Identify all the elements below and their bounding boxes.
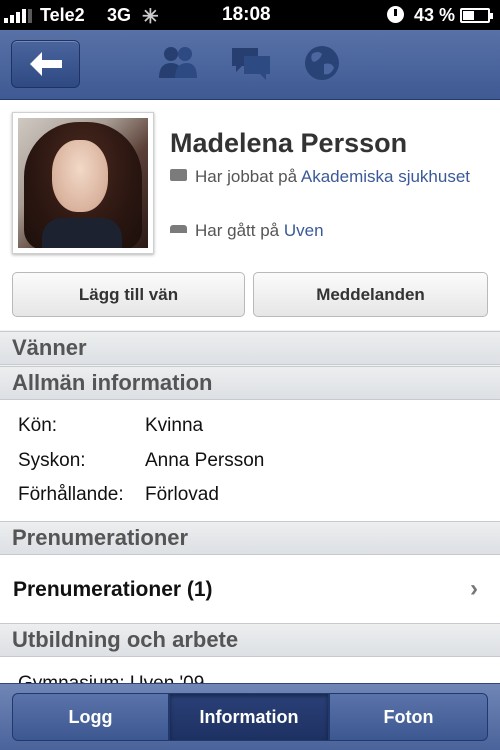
battery-percent: 43 % (414, 5, 456, 25)
section-friends[interactable]: Vänner (0, 331, 500, 365)
subscriptions-row[interactable]: Prenumerationer (1) › (0, 555, 500, 623)
work-info: Har jobbat på Akademiska sjukhuset (170, 165, 490, 189)
nav-bar (0, 30, 500, 100)
friends-icon[interactable] (157, 44, 199, 82)
back-arrow-icon (30, 52, 62, 76)
back-button[interactable] (11, 40, 80, 88)
general-info-list: Kön: Kvinna Syskon: Anna Persson Förhåll… (0, 400, 500, 521)
add-friend-button[interactable]: Lägg till vän (12, 272, 245, 317)
section-education: Utbildning och arbete (0, 623, 500, 657)
profile-photo[interactable] (12, 112, 154, 254)
gender-label: Kön: (18, 415, 58, 436)
tab-log[interactable]: Logg (12, 693, 169, 741)
carrier-name: Tele2 (40, 5, 85, 25)
avatar (18, 118, 148, 248)
messages-icon[interactable] (230, 44, 272, 82)
network-type: 3G (107, 5, 132, 25)
tab-information[interactable]: Information (169, 693, 329, 741)
tab-bar: Logg Information Foton (0, 683, 500, 750)
gender-value: Kvinna (145, 415, 204, 436)
school-link[interactable]: Uven (284, 221, 324, 240)
graduation-cap-icon (170, 225, 187, 233)
siblings-value[interactable]: Anna Persson (145, 450, 264, 472)
siblings-label: Syskon: (18, 450, 86, 471)
status-time: 18:08 (222, 4, 271, 25)
briefcase-icon (170, 169, 187, 181)
battery-icon (460, 8, 493, 23)
subscriptions-label: Prenumerationer (1) (13, 578, 213, 601)
school-prefix: Har gått på (195, 221, 280, 240)
relationship-value: Förlovad (145, 484, 219, 505)
work-prefix: Har jobbat på (195, 167, 298, 186)
tab-photos[interactable]: Foton (329, 693, 488, 741)
profile-name: Madelena Persson (170, 128, 408, 158)
workplace-link[interactable]: Akademiska sjukhuset (301, 167, 470, 186)
alarm-clock-icon (387, 6, 404, 23)
signal-icon (4, 9, 32, 23)
chevron-right-icon: › (470, 575, 478, 602)
globe-icon[interactable] (302, 44, 342, 82)
school-info: Har gått på Uven (170, 219, 324, 243)
section-subscriptions: Prenumerationer (0, 521, 500, 555)
profile-header: Madelena Persson Har jobbat på Akademisk… (0, 100, 500, 330)
section-general-info: Allmän information (0, 366, 500, 400)
messages-button[interactable]: Meddelanden (253, 272, 488, 317)
relationship-label: Förhållande: (18, 484, 124, 505)
status-bar: Tele2 3G ✳ 18:08 43 % (0, 0, 500, 30)
activity-spinner-icon: ✳ (142, 6, 159, 28)
